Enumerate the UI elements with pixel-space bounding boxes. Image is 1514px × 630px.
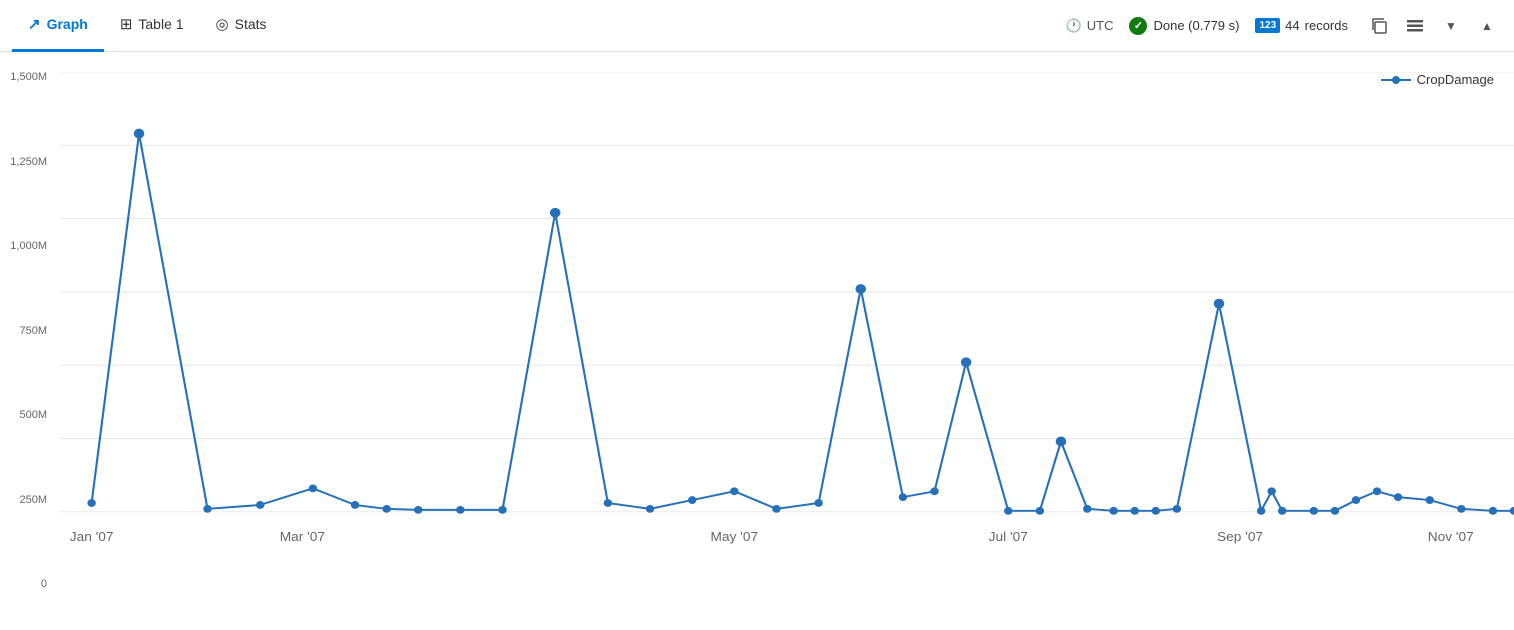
y-label-0: 0	[41, 579, 47, 590]
copy-button[interactable]	[1364, 11, 1394, 41]
records-label: records	[1305, 18, 1348, 33]
columns-button[interactable]	[1400, 11, 1430, 41]
dp-jun-peak	[855, 284, 866, 294]
dp-jul-peak	[961, 357, 972, 367]
dp-may3	[772, 505, 780, 513]
y-axis: 1,500M 1,250M 1,000M 750M 500M 250M 0	[0, 72, 55, 590]
dp-dec2	[1510, 507, 1514, 515]
dp-jul-sub	[1056, 437, 1067, 447]
dp-may4	[814, 499, 822, 507]
clock-icon: 🕐	[1066, 18, 1082, 34]
dp-feb4	[351, 501, 359, 509]
tab-graph-label: Graph	[47, 16, 88, 32]
x-label-jul: Jul '07	[989, 530, 1028, 544]
dp-mar2	[498, 506, 506, 514]
dp-jul2	[1004, 507, 1012, 515]
checkmark-icon: ✓	[1129, 17, 1147, 35]
stats-icon: ◎	[216, 15, 229, 33]
x-label-nov: Nov '07	[1428, 530, 1474, 544]
dp-feb3	[309, 484, 317, 492]
dp-oct2	[1331, 507, 1339, 515]
graph-icon: ↗	[28, 15, 41, 33]
toolbar: ↗ Graph ⊞ Table 1 ◎ Stats 🕐 UTC ✓ Done (…	[0, 0, 1514, 52]
tab-table1-label: Table 1	[138, 16, 183, 32]
dp-sep-peak	[1214, 299, 1225, 309]
legend-line-icon	[1381, 73, 1411, 87]
tab-stats[interactable]: ◎ Stats	[200, 0, 283, 52]
dp-apr-peak	[550, 208, 561, 218]
dp-jun3	[930, 487, 938, 495]
dp-sep3	[1267, 487, 1275, 495]
dp-nov2	[1457, 505, 1465, 513]
y-label-250: 250M	[19, 495, 47, 506]
dp-jul3	[1036, 507, 1044, 515]
dp-oct5	[1394, 493, 1402, 501]
collapse-button[interactable]: ▲	[1472, 11, 1502, 41]
chart-legend: CropDamage	[1381, 72, 1494, 87]
dp-apr2	[604, 499, 612, 507]
done-label: Done (0.779 s)	[1153, 18, 1239, 33]
x-label-may: May '07	[711, 530, 759, 544]
records-badge: 123 44 records	[1255, 18, 1348, 33]
chart-area: 1,500M 1,250M 1,000M 750M 500M 250M 0 Cr…	[0, 52, 1514, 630]
table-icon: ⊞	[120, 15, 133, 33]
done-status: ✓ Done (0.779 s)	[1129, 17, 1239, 35]
legend-item-cropdamage: CropDamage	[1381, 72, 1494, 87]
dp-mar1	[456, 506, 464, 514]
x-label-jan: Jan '07	[70, 530, 114, 544]
y-label-1250: 1,250M	[10, 157, 47, 168]
legend-label-cropdamage: CropDamage	[1417, 72, 1494, 87]
tab-group: ↗ Graph ⊞ Table 1 ◎ Stats	[12, 0, 283, 52]
dp-aug3	[1130, 507, 1138, 515]
dp-sep2	[1257, 507, 1265, 515]
dropdown-button[interactable]: ▼	[1436, 11, 1466, 41]
dp-oct1	[1310, 507, 1318, 515]
dp-nov1	[1425, 496, 1433, 504]
dp-oct3	[1352, 496, 1360, 504]
dp-feb1	[203, 505, 211, 513]
tab-table1[interactable]: ⊞ Table 1	[104, 0, 200, 52]
timezone-status: 🕐 UTC	[1066, 18, 1114, 34]
dp-feb6	[414, 506, 422, 514]
y-label-750: 750M	[19, 326, 47, 337]
toolbar-right: 🕐 UTC ✓ Done (0.779 s) 123 44 records	[1066, 11, 1502, 41]
dp-may2	[730, 487, 738, 495]
dp-feb2	[256, 501, 264, 509]
dp-jun2	[899, 493, 907, 501]
records-count: 44	[1285, 18, 1299, 33]
y-label-1000: 1,000M	[10, 241, 47, 252]
dp-may1	[688, 496, 696, 504]
line-chart: Jan '07 Mar '07 May '07 Jul '07 Sep '07 …	[60, 72, 1514, 590]
dp-aug2	[1109, 507, 1117, 515]
timezone-label: UTC	[1087, 18, 1114, 33]
crop-damage-line	[92, 134, 1514, 511]
dp-aug4	[1152, 507, 1160, 515]
tab-stats-label: Stats	[235, 16, 267, 32]
x-label-sep: Sep '07	[1217, 530, 1263, 544]
dp-aug1	[1083, 505, 1091, 513]
x-label-mar: Mar '07	[280, 530, 325, 544]
dp-oct4	[1373, 487, 1381, 495]
dp-apr3	[646, 505, 654, 513]
tab-graph[interactable]: ↗ Graph	[12, 0, 104, 52]
y-label-500: 500M	[19, 410, 47, 421]
dp-sep4	[1278, 507, 1286, 515]
dp-jan2-peak	[134, 129, 145, 139]
y-label-1500: 1,500M	[10, 72, 47, 83]
records-icon: 123	[1255, 18, 1280, 33]
toolbar-actions: ▼ ▲	[1364, 11, 1502, 41]
dp-feb5	[382, 505, 390, 513]
dp-dec1	[1489, 507, 1497, 515]
dp-aug5	[1173, 505, 1181, 513]
dp-jan1	[87, 499, 95, 507]
